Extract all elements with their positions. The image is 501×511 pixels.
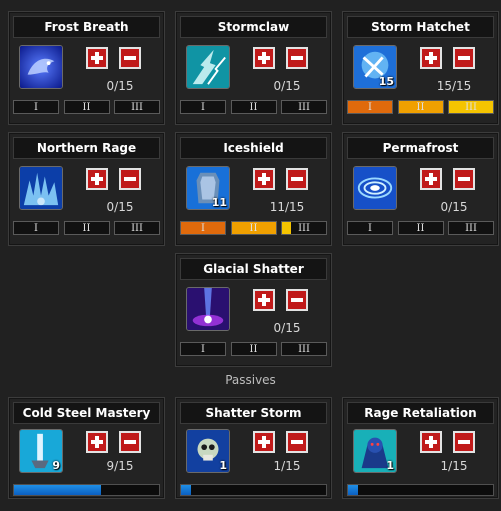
- decrease-button[interactable]: [453, 431, 475, 453]
- storm-hatchet-icon[interactable]: 15: [353, 45, 397, 89]
- skill-title: Iceshield: [180, 137, 327, 159]
- skill-points-count: 0/15: [106, 79, 134, 93]
- tier-3[interactable]: III: [281, 342, 327, 356]
- northern-rage-icon[interactable]: [19, 166, 63, 210]
- increase-button[interactable]: [420, 168, 442, 190]
- passive-level-badge: 9: [52, 459, 60, 472]
- tier-1[interactable]: I: [13, 100, 59, 114]
- passive-title: Shatter Storm: [180, 402, 327, 424]
- tier-3[interactable]: III: [448, 221, 494, 235]
- skill-title: Stormclaw: [180, 16, 327, 38]
- passive-progress-bar: [13, 484, 160, 496]
- skill-title: Northern Rage: [13, 137, 160, 159]
- shatter-storm-icon[interactable]: 1: [186, 429, 230, 473]
- skill-card-frost-breath: Frost Breath 0/15 I II III: [8, 11, 165, 125]
- stormclaw-icon[interactable]: [186, 45, 230, 89]
- frost-breath-icon[interactable]: [19, 45, 63, 89]
- passive-progress-bar: [180, 484, 327, 496]
- decrease-button[interactable]: [286, 47, 308, 69]
- tier-2[interactable]: II: [397, 221, 444, 235]
- passive-level-badge: 1: [386, 459, 394, 472]
- tier-3[interactable]: III: [281, 100, 327, 114]
- passive-card-shatter-storm: Shatter Storm 1 1/15: [175, 397, 332, 499]
- skill-points-count: 0/15: [273, 321, 301, 335]
- decrease-button[interactable]: [119, 431, 141, 453]
- cold-steel-mastery-icon[interactable]: 9: [19, 429, 63, 473]
- skill-level-badge: 11: [211, 196, 227, 209]
- skill-level-badge: 15: [378, 75, 394, 88]
- passive-title: Rage Retaliation: [347, 402, 494, 424]
- tier-3[interactable]: III: [114, 221, 160, 235]
- tier-2[interactable]: II: [397, 100, 444, 114]
- decrease-button[interactable]: [286, 168, 308, 190]
- skill-card-northern-rage: Northern Rage 0/15 I II III: [8, 132, 165, 246]
- skill-points-count: 11/15: [269, 200, 305, 214]
- tier-2[interactable]: II: [230, 221, 277, 235]
- skill-card-glacial-shatter: Glacial Shatter 0/15 I II III: [175, 253, 332, 367]
- skill-card-permafrost: Permafrost 0/15 I II III: [342, 132, 499, 246]
- tier-1[interactable]: I: [180, 100, 226, 114]
- increase-button[interactable]: [253, 47, 275, 69]
- passive-progress-bar: [347, 484, 494, 496]
- skill-points-count: 0/15: [106, 200, 134, 214]
- increase-button[interactable]: [86, 168, 108, 190]
- skill-card-storm-hatchet: Storm Hatchet 15 15/15 I II III: [342, 11, 499, 125]
- increase-button[interactable]: [86, 47, 108, 69]
- increase-button[interactable]: [420, 47, 442, 69]
- skill-title: Permafrost: [347, 137, 494, 159]
- decrease-button[interactable]: [453, 47, 475, 69]
- passives-section-label: Passives: [225, 373, 276, 387]
- increase-button[interactable]: [86, 431, 108, 453]
- tier-3[interactable]: III: [448, 100, 494, 114]
- skill-card-iceshield: Iceshield 11 11/15 I II III: [175, 132, 332, 246]
- glacial-shatter-icon[interactable]: [186, 287, 230, 331]
- passive-points-count: 9/15: [106, 459, 134, 473]
- iceshield-icon[interactable]: 11: [186, 166, 230, 210]
- tier-1[interactable]: I: [13, 221, 59, 235]
- skill-title: Frost Breath: [13, 16, 160, 38]
- decrease-button[interactable]: [286, 431, 308, 453]
- passive-card-rage-retaliation: Rage Retaliation 1 1/15: [342, 397, 499, 499]
- tier-2[interactable]: II: [63, 100, 110, 114]
- passive-card-cold-steel-mastery: Cold Steel Mastery 9 9/15: [8, 397, 165, 499]
- tier-1[interactable]: I: [347, 221, 393, 235]
- increase-button[interactable]: [253, 431, 275, 453]
- skill-points-count: 0/15: [273, 79, 301, 93]
- passive-level-badge: 1: [219, 459, 227, 472]
- decrease-button[interactable]: [119, 47, 141, 69]
- increase-button[interactable]: [420, 431, 442, 453]
- tier-3[interactable]: III: [281, 221, 327, 235]
- tier-2[interactable]: II: [63, 221, 110, 235]
- progress-fill: [348, 485, 358, 495]
- skill-title: Glacial Shatter: [180, 258, 327, 280]
- increase-button[interactable]: [253, 168, 275, 190]
- tier-2[interactable]: II: [230, 342, 277, 356]
- skill-points-count: 0/15: [440, 200, 468, 214]
- tier-1[interactable]: I: [180, 342, 226, 356]
- progress-fill: [14, 485, 101, 495]
- decrease-button[interactable]: [453, 168, 475, 190]
- tier-3[interactable]: III: [114, 100, 160, 114]
- tier-1[interactable]: I: [180, 221, 226, 235]
- skill-card-stormclaw: Stormclaw 0/15 I II III: [175, 11, 332, 125]
- decrease-button[interactable]: [286, 289, 308, 311]
- passive-points-count: 1/15: [273, 459, 301, 473]
- progress-fill: [181, 485, 191, 495]
- tier-1[interactable]: I: [347, 100, 393, 114]
- tier-2[interactable]: II: [230, 100, 277, 114]
- decrease-button[interactable]: [119, 168, 141, 190]
- skill-points-count: 15/15: [436, 79, 472, 93]
- skill-title: Storm Hatchet: [347, 16, 494, 38]
- passive-title: Cold Steel Mastery: [13, 402, 160, 424]
- increase-button[interactable]: [253, 289, 275, 311]
- permafrost-icon[interactable]: [353, 166, 397, 210]
- passive-points-count: 1/15: [440, 459, 468, 473]
- rage-retaliation-icon[interactable]: 1: [353, 429, 397, 473]
